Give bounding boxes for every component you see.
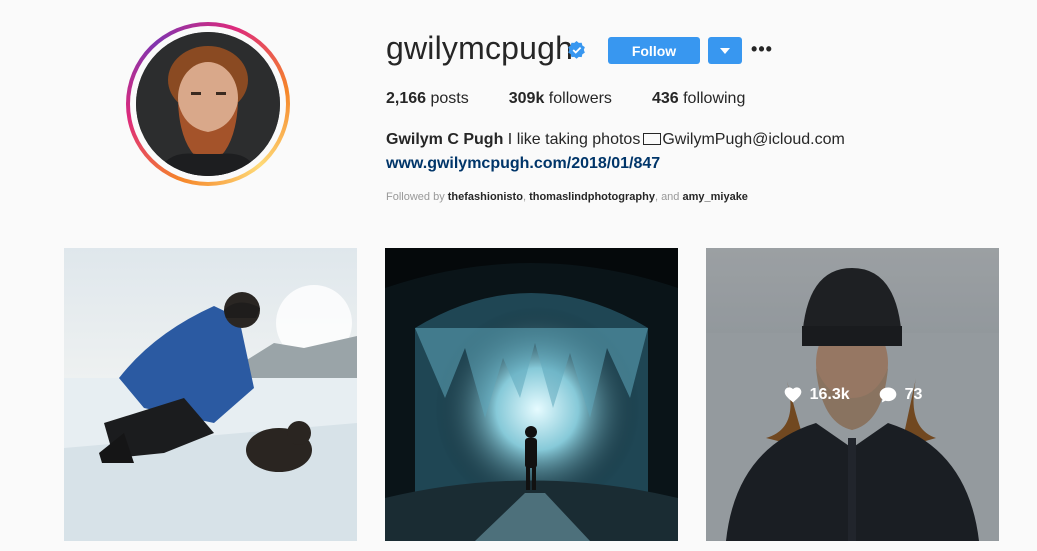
- follow-button[interactable]: Follow: [608, 37, 700, 64]
- chevron-down-icon: [720, 47, 730, 54]
- comments-value: 73: [904, 385, 923, 403]
- followed-by-and: , and: [654, 191, 680, 203]
- post-photo-man-with-dog: [64, 248, 357, 541]
- full-name: Gwilym C Pugh: [386, 131, 504, 148]
- bio: Gwilym C Pugh I like taking photos Gwilym…: [386, 131, 845, 149]
- envelope-icon: [643, 133, 662, 145]
- posts-label: posts: [430, 90, 469, 107]
- following-stat[interactable]: 436 following: [652, 90, 745, 108]
- followers-label: followers: [548, 90, 612, 107]
- followed-by-prefix: Followed by: [386, 191, 445, 203]
- comments-count: 73: [878, 385, 923, 405]
- posts-stat: 2,166 posts: [386, 90, 469, 108]
- comment-icon: [879, 387, 896, 402]
- heart-icon: [784, 386, 801, 402]
- followers-count: 309k: [508, 90, 545, 107]
- avatar-photo: [136, 32, 280, 176]
- followed-by-user[interactable]: amy_miyake: [682, 191, 747, 203]
- avatar-story-ring[interactable]: [126, 22, 290, 186]
- post-thumbnail[interactable]: [385, 248, 678, 541]
- post-hover-overlay: 16.3k 73: [706, 248, 999, 541]
- ellipsis-icon[interactable]: •••: [750, 36, 774, 63]
- followed-by-user[interactable]: thefashionisto: [448, 191, 523, 203]
- avatar-ring-gap: [130, 26, 286, 182]
- post-thumbnail[interactable]: 16.3k 73: [706, 248, 999, 541]
- avatar[interactable]: [136, 32, 280, 176]
- verified-badge-icon: [568, 41, 585, 59]
- username: gwilymcpugh: [386, 30, 574, 66]
- bio-text: I like taking photos: [507, 131, 641, 148]
- email: GwilymPugh@icloud.com: [662, 131, 845, 148]
- website-link[interactable]: www.gwilymcpugh.com/2018/01/847: [386, 155, 660, 173]
- following-label: following: [683, 90, 746, 107]
- followed-by: Followed by thefashionisto, thomaslindph…: [386, 191, 748, 203]
- followed-by-user[interactable]: thomaslindphotography: [529, 191, 655, 203]
- post-photo-ice-cave: [385, 248, 678, 541]
- posts-count: 2,166: [386, 90, 427, 107]
- profile-stats: 2,166 posts 309k followers 436 following: [386, 90, 785, 108]
- followers-stat[interactable]: 309k followers: [509, 90, 612, 108]
- likes-count: 16.3k: [783, 385, 850, 405]
- suggested-dropdown-button[interactable]: [708, 37, 742, 64]
- following-count: 436: [651, 90, 679, 107]
- likes-value: 16.3k: [809, 385, 850, 403]
- post-thumbnail[interactable]: [64, 248, 357, 541]
